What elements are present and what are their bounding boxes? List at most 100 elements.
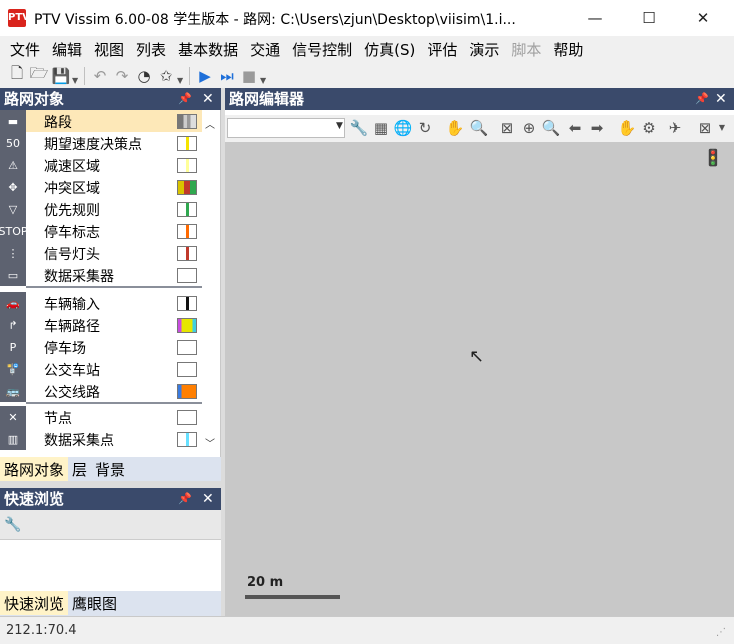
network-object-item[interactable]: ▥ 数据采集点	[0, 428, 202, 450]
quick-view-tabs: 快速浏览 鹰眼图	[0, 591, 221, 616]
close-button[interactable]: ✕	[680, 0, 726, 36]
editor-tool-icon[interactable]: 🔧	[349, 118, 369, 138]
window-title: PTV Vissim 6.00-08 学生版本 - 路网: C:\Users\z…	[34, 12, 516, 28]
network-object-item[interactable]: ▽ 优先规则	[0, 198, 202, 220]
network-object-label: 车辆输入	[44, 297, 100, 313]
scroll-up-icon[interactable]: ︿	[203, 116, 217, 131]
network-object-label: 路段	[44, 115, 72, 131]
network-object-item[interactable]: ⋮ 信号灯头	[0, 242, 202, 264]
network-object-item[interactable]: ▬ 路段	[0, 110, 202, 132]
editor-tool-icon[interactable]: 🌐	[393, 118, 413, 138]
menu-item[interactable]: 仿真(S)	[358, 39, 421, 60]
speed-gauge-icon[interactable]: ◔	[133, 65, 155, 87]
maximize-button[interactable]: ☐	[626, 0, 672, 36]
undo-icon[interactable]: ↶	[89, 65, 111, 87]
scale-bar	[245, 595, 340, 599]
network-object-item[interactable]: ▭ 数据采集器	[0, 264, 202, 286]
network-editor-canvas[interactable]: 🚦 ↖ 20 m	[225, 142, 734, 616]
editor-tool-icon[interactable]: ⊠	[695, 118, 715, 138]
menu-item[interactable]: 视图	[88, 39, 130, 60]
menu-item[interactable]: 脚本	[505, 39, 547, 60]
menu-item[interactable]: 文件	[4, 39, 46, 60]
single-step-icon[interactable]: ⏭	[216, 65, 238, 87]
network-object-item[interactable]: ✕ 节点	[0, 406, 202, 428]
network-object-item[interactable]: 🚗 车辆输入	[0, 292, 202, 314]
network-object-item[interactable]: STOP 停车标志	[0, 220, 202, 242]
network-object-item[interactable]: ⚠ 减速区域	[0, 154, 202, 176]
network-object-item[interactable]: ✥ 冲突区域	[0, 176, 202, 198]
color-swatch	[177, 318, 197, 333]
graphic-parameter-combo[interactable]: ▼	[227, 118, 345, 138]
network-editor-toolbar: ▼ 🔧 ▦ 🌐 ↻ ✋ 🔍 ⊠ ⊕ 🔍 ⬅ ➡ ✋ ⚙ ✈ ⊠ ▼	[225, 115, 734, 142]
star-dropdown-icon[interactable]: ▼	[177, 76, 185, 85]
network-object-icon: P	[0, 336, 26, 358]
editor-tool-icon[interactable]: ➡	[587, 118, 607, 138]
editor-tool-icon[interactable]: ⊠	[497, 118, 517, 138]
editor-tool-icon[interactable]: ⬅	[565, 118, 585, 138]
save-dropdown-icon[interactable]: ▼	[72, 76, 80, 85]
menu-item[interactable]: 交通	[244, 39, 286, 60]
network-object-item[interactable]: 🚏 公交车站	[0, 358, 202, 380]
editor-tool-icon[interactable]: 🔍	[541, 118, 561, 138]
pin-icon[interactable]: 📌	[695, 88, 709, 110]
tab[interactable]: 层	[68, 457, 91, 481]
menu-item[interactable]: 帮助	[547, 39, 589, 60]
menu-item[interactable]: 信号控制	[286, 39, 358, 60]
menu-item[interactable]: 评估	[421, 39, 463, 60]
title-bar: PTV PTV Vissim 6.00-08 学生版本 - 路网: C:\Use…	[0, 0, 734, 36]
wrench-icon[interactable]: 🔧	[4, 517, 21, 533]
redo-icon[interactable]: ↷	[111, 65, 133, 87]
open-folder-icon[interactable]: 🗁	[28, 64, 50, 87]
network-object-item[interactable]: 🚌 公交线路	[0, 380, 202, 402]
horizontal-splitter[interactable]	[0, 481, 221, 488]
color-swatch	[177, 410, 197, 425]
minimize-button[interactable]: —	[572, 0, 618, 36]
network-object-item[interactable]: 50 期望速度决策点	[0, 132, 202, 154]
close-panel-icon[interactable]: ✕	[202, 488, 214, 510]
menu-item[interactable]: 演示	[463, 39, 505, 60]
network-object-icon: 🚌	[0, 380, 26, 402]
network-object-icon: ✥	[0, 176, 26, 198]
menu-bar: 文件 编辑 视图 列表 基本数据 交通 信号控制 仿真(S) 评估 演示 脚本 帮助	[0, 36, 734, 63]
network-objects-tabs: 路网对象层背景	[0, 457, 221, 481]
new-file-icon[interactable]: 🗋	[6, 64, 28, 87]
pin-icon[interactable]: 📌	[178, 488, 192, 510]
editor-tool-icon[interactable]: 🔍	[469, 118, 489, 138]
run-simulation-icon[interactable]: ▶	[194, 65, 216, 87]
toolbar-separator	[84, 66, 85, 85]
editor-tool-icon[interactable]: ✈	[665, 118, 685, 138]
editor-tool-icon[interactable]: ⚙	[639, 118, 659, 138]
favorite-star-icon[interactable]: ✩	[155, 65, 177, 87]
resize-grip-icon[interactable]: ⋰	[716, 627, 726, 638]
editor-tool-icon[interactable]: ✋	[445, 118, 465, 138]
quick-view-title: 快速浏览	[4, 490, 65, 508]
network-object-item[interactable]: ↱ 车辆路径	[0, 314, 202, 336]
menu-item[interactable]: 编辑	[46, 39, 88, 60]
quick-view-header: 快速浏览 📌 ✕	[0, 488, 221, 510]
editor-tool-icon[interactable]: ⊕	[519, 118, 539, 138]
menu-item[interactable]: 列表	[130, 39, 172, 60]
tab[interactable]: 快速浏览	[0, 591, 69, 615]
editor-tool-icon[interactable]: ✋	[617, 118, 637, 138]
group-separator	[26, 402, 202, 404]
scroll-down-icon[interactable]: ﹀	[203, 435, 217, 450]
close-panel-icon[interactable]: ✕	[715, 88, 727, 110]
scale-label: 20 m	[247, 575, 284, 590]
tab[interactable]: 路网对象	[0, 457, 69, 481]
pin-icon[interactable]: 📌	[178, 88, 192, 110]
tab[interactable]: 背景	[91, 457, 129, 481]
save-icon[interactable]: 💾	[50, 65, 72, 87]
network-object-icon: STOP	[0, 220, 28, 242]
signal-controller-icon[interactable]: 🚦	[703, 148, 725, 174]
stop-simulation-icon[interactable]: ■	[238, 65, 260, 87]
editor-tool-icon[interactable]: ↻	[415, 118, 435, 138]
stop-dropdown-icon[interactable]: ▼	[260, 76, 268, 85]
editor-tool-icon[interactable]: ▼	[717, 118, 727, 138]
network-object-item[interactable]: P 停车场	[0, 336, 202, 358]
quick-view-toolbar: 🔧	[0, 510, 221, 540]
editor-tool-icon[interactable]: ▦	[371, 118, 391, 138]
menu-item[interactable]: 基本数据	[172, 39, 244, 60]
color-swatch	[177, 202, 197, 217]
close-panel-icon[interactable]: ✕	[202, 88, 214, 110]
tab[interactable]: 鹰眼图	[68, 591, 121, 615]
